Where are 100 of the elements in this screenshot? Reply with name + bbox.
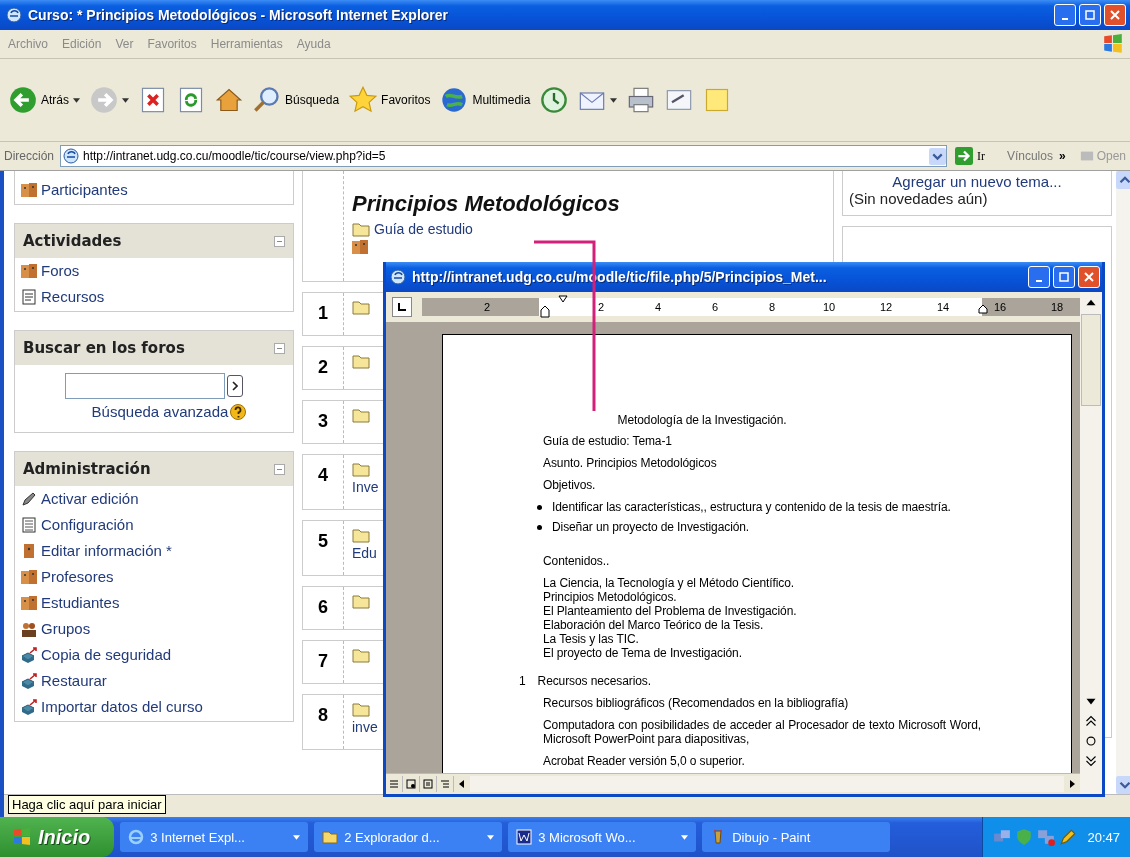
address-field[interactable]: http://intranet.udg.co.cu/moodle/tic/course/view.php?id=5 [60, 145, 947, 167]
search-icon [253, 86, 281, 114]
document-paragraph: Acrobat Reader versión 5,0 o superior. [543, 754, 746, 768]
section-link[interactable]: Inve [352, 479, 379, 495]
web-view-button[interactable] [403, 776, 420, 792]
folder-icon [322, 829, 339, 845]
outline-icon [440, 779, 450, 789]
close-button[interactable] [1104, 4, 1126, 26]
search-button[interactable] [227, 375, 243, 397]
sidebar-link[interactable]: Activar edición [41, 490, 139, 507]
toolbar-button[interactable]: Atrás [6, 84, 83, 116]
close-button[interactable] [1078, 266, 1100, 288]
list-number: 1 [519, 674, 526, 688]
windows-logo-icon [1102, 33, 1124, 55]
section-number: 4 [318, 465, 328, 487]
people-icon [21, 568, 37, 585]
indent-marker-icon[interactable] [978, 304, 988, 314]
toolbar-button[interactable]: Favoritos [346, 84, 434, 116]
maximize-icon [1085, 10, 1095, 20]
toolbar-button[interactable]: Multimedia [437, 84, 534, 116]
sidebar-link[interactable]: Configuración [41, 516, 134, 533]
section-link[interactable]: inve [352, 719, 378, 735]
minimize-button[interactable] [1028, 266, 1050, 288]
indent-marker-icon[interactable] [558, 295, 568, 303]
section-number: 2 [318, 357, 328, 379]
maximize-button[interactable] [1053, 266, 1075, 288]
document-paragraph: Contenidos.. [543, 554, 611, 568]
folder-icon [352, 527, 370, 543]
sidebar-link[interactable]: Editar información * [41, 542, 172, 559]
section-number: 5 [318, 531, 328, 553]
search-field[interactable] [65, 373, 225, 399]
go-button[interactable]: Ir [952, 147, 1001, 165]
section-link[interactable]: Edu [352, 545, 377, 561]
tab-selector-button[interactable] [392, 297, 412, 317]
block-title: Buscar en los foros [23, 339, 185, 357]
dropdown-icon[interactable] [928, 147, 946, 165]
box-arrow-icon [21, 646, 37, 663]
taskbar-button[interactable]: 3 Microsoft Wo... [508, 822, 697, 852]
sidebar-link[interactable]: Participantes [41, 181, 128, 198]
sidebar-link[interactable]: Restaurar [41, 672, 107, 689]
maximize-icon [1059, 272, 1069, 282]
print-view-button[interactable] [420, 776, 437, 792]
links-label[interactable]: Vínculos [1006, 149, 1053, 163]
document-icon [21, 288, 37, 305]
document-paragraph: Recursos bibliográficos (Recomendados en la bibliografía) [543, 696, 850, 710]
section-number: 7 [318, 651, 328, 673]
scrollbar[interactable] [1080, 292, 1102, 794]
link-icon [1079, 149, 1094, 163]
browser-icon [6, 7, 22, 23]
collapse-icon[interactable] [274, 463, 285, 475]
ruler-number: 16 [993, 301, 1007, 313]
add-topic-link[interactable]: Agregar un nuevo tema... [892, 173, 1062, 190]
section-number: 1 [318, 303, 328, 325]
taskbar-button[interactable]: 3 Internet Expl... [120, 822, 309, 852]
maximize-button[interactable] [1079, 4, 1101, 26]
taskbar-button[interactable]: Dibujo - Paint [702, 822, 891, 852]
list-document-icon [21, 516, 37, 533]
sidebar-link[interactable]: Recursos [41, 288, 105, 305]
more-links-button[interactable]: » [1058, 149, 1066, 163]
address-label: Dirección [4, 149, 54, 163]
toolbar-button[interactable]: Búsqueda [250, 84, 343, 116]
word-processor-icon [516, 829, 533, 845]
ruler-number: 8 [767, 301, 777, 313]
course-title: Principios Metodológicos [352, 191, 620, 217]
sidebar-link[interactable]: Profesores [41, 568, 114, 585]
page-icon [423, 779, 433, 789]
bullet-icon [537, 525, 542, 530]
study-guide-link[interactable]: Guía de estudio [374, 221, 473, 237]
folder-icon [352, 647, 370, 663]
scroll-thumb[interactable] [1081, 314, 1101, 406]
refresh-icon [177, 86, 205, 114]
document-line: La Tesis y las TIC. [543, 632, 640, 646]
document-line: La Ciencia, la Tecnología y el Método Científico. [543, 576, 796, 590]
sidebar-link[interactable]: Grupos [41, 620, 91, 637]
sidebar-link[interactable]: Foros [41, 262, 80, 279]
advanced-search-link[interactable]: Búsqueda avanzada [91, 403, 229, 420]
help-icon[interactable] [230, 403, 247, 420]
minimize-button[interactable] [1054, 4, 1076, 26]
ruler-number: 14 [936, 301, 950, 313]
document-paragraph: Objetivos. [543, 478, 597, 492]
taskbar-button[interactable]: 2 Explorador d... [314, 822, 503, 852]
people-icon [21, 181, 37, 198]
block-title: Administración [23, 460, 151, 478]
collapse-icon[interactable] [274, 235, 285, 247]
page-icon [63, 148, 79, 164]
folder-icon [352, 221, 370, 237]
sidebar-link[interactable]: Importar datos del curso [41, 698, 203, 715]
folder-icon [352, 299, 370, 315]
box-arrow-icon [21, 698, 37, 715]
collapse-icon[interactable] [274, 342, 285, 354]
web-page-icon [406, 779, 416, 789]
sidebar-link[interactable]: Copia de seguridad [41, 646, 172, 663]
document-bullet: Identificar las características,, estructura y contenido de la tesis de maestría. [552, 500, 952, 514]
close-icon [1110, 10, 1120, 20]
tab-stop-icon [398, 303, 406, 311]
document-paragraph: Computadora con posibilidades de acceder al Procesador de texto Microsoft Word, Microsoft PowerPoint para diapositivas, [543, 718, 981, 746]
people-icon [21, 262, 37, 279]
sidebar-link[interactable]: Estudiantes [41, 594, 120, 611]
bullet-icon [537, 505, 542, 510]
pencil-icon[interactable] [1059, 828, 1078, 846]
